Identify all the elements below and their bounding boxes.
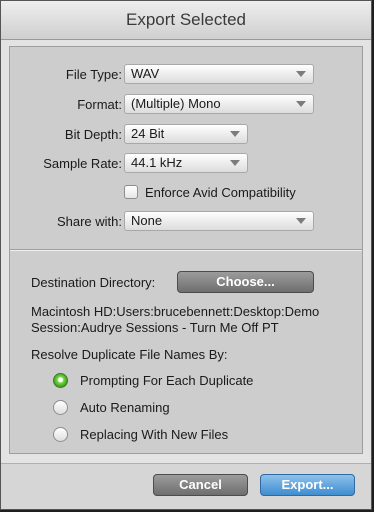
chevron-down-icon [296, 101, 306, 107]
cancel-button[interactable]: Cancel [153, 474, 248, 496]
file-type-value: WAV [131, 66, 160, 81]
export-button[interactable]: Export... [260, 474, 355, 496]
dialog-title: Export Selected [125, 10, 246, 29]
file-type-select[interactable]: WAV [124, 64, 314, 84]
chevron-down-icon [296, 218, 306, 224]
resolve-option-auto-renaming[interactable]: Auto Renaming [80, 400, 170, 415]
destination-directory-label: Destination Directory: [31, 275, 156, 290]
destination-path-line2: Session:Audrye Sessions - Turn Me Off PT [31, 320, 279, 335]
sample-rate-select[interactable]: 44.1 kHz [124, 153, 248, 173]
destination-path-line1: Macintosh HD:Users:brucebennett:Desktop:… [31, 304, 320, 319]
enforce-avid-label: Enforce Avid Compatibility [145, 185, 296, 200]
chevron-down-icon [230, 160, 240, 166]
format-select[interactable]: (Multiple) Mono [124, 94, 314, 114]
bit-depth-label: Bit Depth: [64, 127, 122, 142]
radio-selected-icon[interactable] [53, 373, 68, 388]
sample-rate-value: 44.1 kHz [131, 155, 183, 170]
share-with-value: None [131, 213, 163, 228]
radio-auto-renaming[interactable] [53, 400, 68, 415]
file-type-label: File Type: [65, 67, 122, 82]
chevron-down-icon [230, 131, 240, 137]
bit-depth-value: 24 Bit [131, 126, 165, 141]
choose-button[interactable]: Choose... [177, 271, 314, 293]
bit-depth-select[interactable]: 24 Bit [124, 124, 248, 144]
share-with-select[interactable]: None [124, 211, 314, 231]
title-bar: Export Selected [1, 1, 371, 40]
radio-replacing[interactable] [53, 427, 68, 442]
share-with-label: Share with: [56, 214, 122, 229]
section-divider-highlight [10, 250, 362, 251]
chevron-down-icon [296, 71, 306, 77]
button-bar: Cancel Export... [1, 463, 371, 509]
sample-rate-label: Sample Rate: [43, 156, 122, 171]
format-value: (Multiple) Mono [131, 96, 221, 111]
resolve-option-prompting[interactable]: Prompting For Each Duplicate [80, 373, 253, 388]
settings-panel: File Type: WAV Format: (Multiple) Mono B… [9, 46, 363, 454]
resolve-duplicates-label: Resolve Duplicate File Names By: [31, 347, 228, 362]
enforce-avid-checkbox[interactable] [124, 185, 138, 199]
resolve-option-replacing[interactable]: Replacing With New Files [80, 427, 228, 442]
format-label: Format: [77, 97, 122, 112]
export-selected-dialog: Export Selected File Type: WAV Format: (… [0, 0, 372, 510]
